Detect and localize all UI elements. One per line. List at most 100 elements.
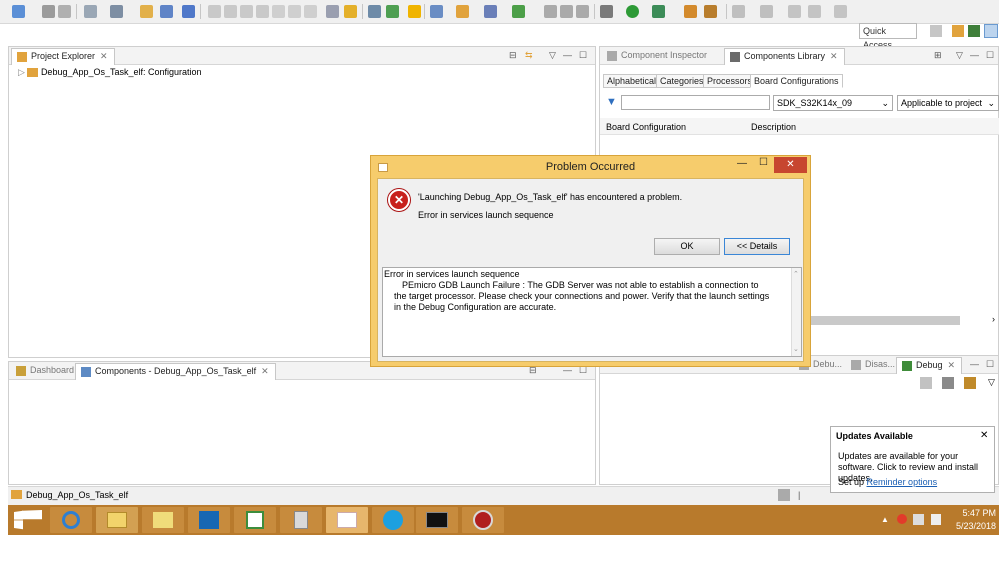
monitor-app-icon[interactable] [234, 507, 276, 533]
close-icon[interactable]: ✕ [980, 430, 988, 441]
resume-icon[interactable] [208, 5, 221, 18]
tab-components-library[interactable]: Components Library ✕ [724, 48, 845, 65]
internet-explorer-icon[interactable] [50, 507, 92, 533]
step-filter-icon[interactable] [964, 377, 976, 389]
tab-disassembly[interactable]: Disas... [846, 357, 901, 374]
open-perspective-icon[interactable] [930, 25, 942, 37]
calculator-icon[interactable] [280, 507, 322, 533]
debug-settings-icon[interactable] [600, 5, 613, 18]
scope-select[interactable]: Applicable to project ⌄ [897, 95, 999, 111]
tab-dashboard[interactable]: Dashboard [11, 363, 80, 380]
nxp-ide-icon[interactable] [326, 507, 368, 533]
expand-icon[interactable]: ▷ [18, 67, 27, 77]
close-icon[interactable]: ✕ [948, 360, 956, 370]
step-over-icon[interactable] [288, 5, 301, 18]
refresh-icon[interactable] [368, 5, 381, 18]
suspend-icon[interactable] [224, 5, 237, 18]
terminate-icon[interactable] [240, 5, 253, 18]
new-class-icon[interactable] [430, 5, 443, 18]
close-icon[interactable]: ✕ [261, 366, 269, 376]
next-annotation-icon[interactable] [732, 5, 745, 18]
subtab-alphabetical[interactable]: Alphabetical [603, 74, 661, 88]
skip-icon[interactable] [182, 5, 195, 18]
collapse-icon[interactable] [942, 377, 954, 389]
debug-icon[interactable] [652, 5, 665, 18]
step-return-icon[interactable] [304, 5, 317, 18]
folder-app-icon[interactable] [142, 507, 184, 533]
tools-icon[interactable] [704, 5, 717, 18]
close-icon[interactable]: ✕ [774, 157, 807, 173]
maximize-icon[interactable]: ☐ [986, 359, 994, 370]
new-folder-icon[interactable] [456, 5, 469, 18]
maximize-icon[interactable]: ☐ [579, 50, 587, 61]
new-project-icon[interactable] [140, 5, 153, 18]
column-header[interactable]: Board Configuration [606, 122, 686, 132]
network-icon[interactable] [913, 514, 924, 525]
details-scrollbar[interactable]: ⌃ ⌄ [791, 268, 801, 356]
scroll-right-icon[interactable]: › [992, 314, 995, 324]
tree-item[interactable]: ▷ Debug_App_Os_Task_elf: Configuration [18, 67, 202, 80]
details-button[interactable]: << Details [724, 238, 790, 255]
new-icon[interactable] [12, 5, 25, 18]
perspective-active-icon[interactable] [984, 24, 998, 38]
minimize-icon[interactable]: — [970, 50, 979, 60]
action-center-icon[interactable] [931, 514, 941, 525]
sdk-select[interactable]: SDK_S32K14x_09 ⌄ [773, 95, 893, 111]
perspective-debug-icon[interactable] [968, 25, 980, 37]
reminder-options-link[interactable]: Reminder options [867, 477, 938, 487]
outlook-icon[interactable] [188, 507, 230, 533]
subtab-board-configurations[interactable]: Board Configurations [750, 74, 843, 88]
outline-icon[interactable] [544, 5, 557, 18]
subtab-processors[interactable]: Processors [703, 74, 757, 88]
run-icon[interactable] [626, 5, 639, 18]
details-textarea[interactable]: Error in services launch sequence PEmicr… [382, 267, 802, 357]
tab-debug[interactable]: Debug ✕ [896, 357, 963, 374]
disconnect-icon[interactable] [256, 5, 269, 18]
security-icon[interactable] [897, 514, 907, 524]
hammer-icon[interactable] [110, 5, 123, 18]
horizontal-scrollbar[interactable] [810, 316, 960, 325]
file-explorer-icon[interactable] [96, 507, 138, 533]
previous-annotation-icon[interactable] [760, 5, 773, 18]
split-icon[interactable] [576, 5, 589, 18]
ok-button[interactable]: OK [654, 238, 720, 255]
show-hidden-icons[interactable]: ▲ [881, 515, 889, 524]
command-prompt-icon[interactable] [416, 507, 458, 533]
step-into-icon[interactable] [272, 5, 285, 18]
open-type-icon[interactable] [160, 5, 173, 18]
progress-icon[interactable] [778, 489, 790, 501]
instruction-step-icon[interactable] [326, 5, 339, 18]
remove-terminated-icon[interactable] [920, 377, 932, 389]
view-menu-icon[interactable]: ▽ [988, 377, 995, 388]
collapse-all-icon[interactable]: ⊟ [509, 50, 517, 61]
clock-time[interactable]: 5:47 PM [954, 508, 996, 518]
new-file-icon[interactable] [484, 5, 497, 18]
tab-components[interactable]: Components - Debug_App_Os_Task_elf ✕ [75, 363, 276, 380]
external-tools-icon[interactable] [684, 5, 697, 18]
back-icon[interactable] [808, 5, 821, 18]
minimize-icon[interactable]: — [737, 158, 747, 169]
debug-config-icon[interactable] [344, 5, 357, 18]
layout-icon[interactable] [560, 5, 573, 18]
lightning-icon[interactable] [408, 5, 421, 18]
clock-date[interactable]: 5/23/2018 [954, 521, 996, 531]
refresh-green-icon[interactable] [512, 5, 525, 18]
close-icon[interactable]: ✕ [830, 51, 838, 61]
generate-code-icon[interactable] [386, 5, 399, 18]
scroll-up-icon[interactable]: ⌃ [793, 269, 799, 280]
filter-input[interactable] [621, 95, 770, 110]
scroll-down-icon[interactable]: ⌄ [793, 344, 799, 355]
minimize-icon[interactable]: — [563, 50, 572, 60]
browser-app-icon[interactable] [462, 507, 504, 533]
view-menu-icon[interactable]: ▽ [549, 50, 556, 61]
forward-icon[interactable] [834, 5, 847, 18]
save-icon[interactable] [42, 5, 55, 18]
last-edit-icon[interactable] [788, 5, 801, 18]
tab-project-explorer[interactable]: Project Explorer ✕ [11, 48, 115, 65]
maximize-icon[interactable]: ☐ [759, 157, 768, 168]
tab-component-inspector[interactable]: Component Inspector [602, 48, 713, 65]
maximize-icon[interactable]: ☐ [986, 50, 994, 61]
skype-icon[interactable] [372, 507, 414, 533]
quick-access-field[interactable]: Quick Access [859, 23, 917, 50]
perspective-cc-icon[interactable] [952, 25, 964, 37]
